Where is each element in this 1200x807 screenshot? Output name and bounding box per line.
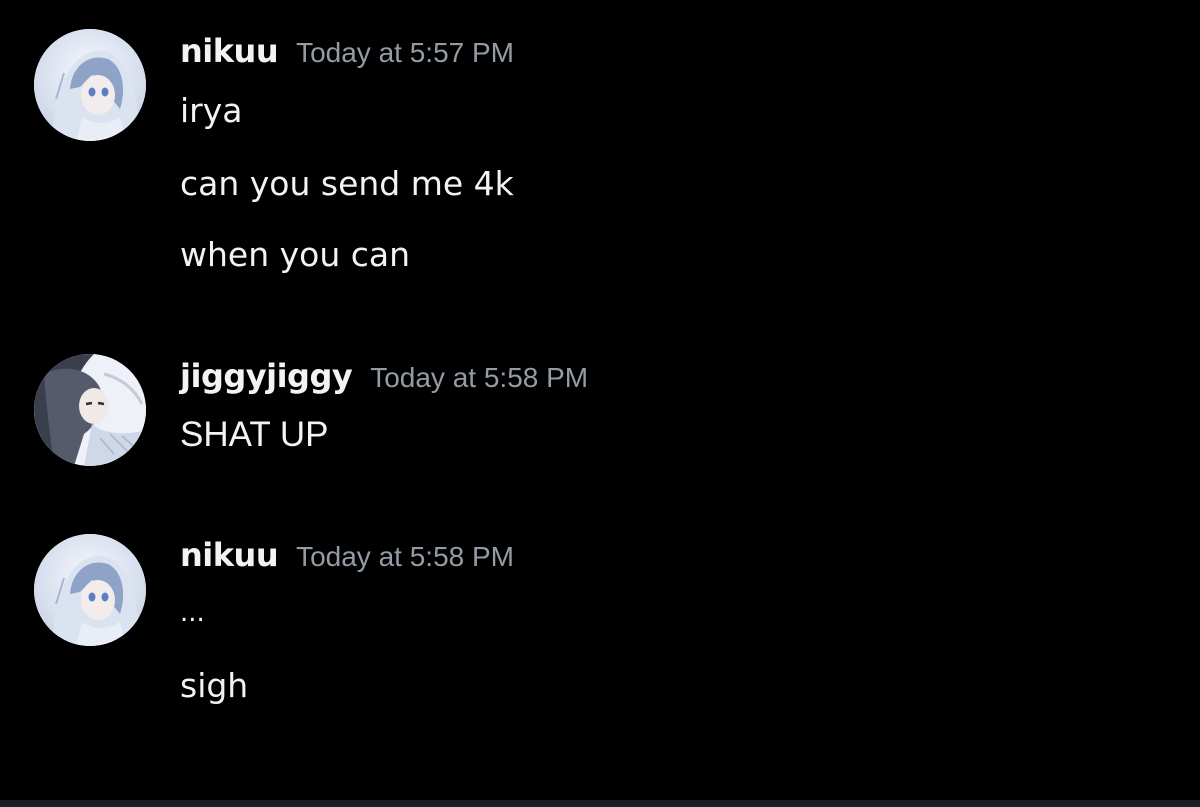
- anime-girl-avatar-icon: [34, 534, 146, 646]
- message-text: irya: [180, 91, 243, 130]
- user-avatar[interactable]: [34, 534, 146, 646]
- message-timestamp[interactable]: Today at 5:58 PM: [370, 362, 588, 393]
- anime-girl-dark-hair-avatar-icon: [34, 354, 146, 466]
- message-text: can you send me 4k: [180, 164, 514, 203]
- message-header: nikuu Today at 5:58 PM: [180, 536, 514, 576]
- message-text: when you can: [180, 235, 411, 274]
- message-text: SHAT UP: [180, 415, 329, 454]
- message-text: sigh: [180, 666, 249, 705]
- chat-message-list: nikuu Today at 5:57 PM irya can you send …: [0, 0, 1200, 800]
- user-avatar[interactable]: [34, 29, 146, 141]
- message-timestamp[interactable]: Today at 5:57 PM: [296, 37, 514, 68]
- user-avatar[interactable]: [34, 354, 146, 466]
- username[interactable]: nikuu: [180, 32, 279, 70]
- bottom-divider: [0, 800, 1200, 807]
- anime-girl-avatar-icon: [34, 29, 146, 141]
- username[interactable]: jiggyjiggy: [180, 357, 353, 395]
- message-header: jiggyjiggy Today at 5:58 PM: [180, 357, 588, 397]
- username[interactable]: nikuu: [180, 536, 279, 574]
- message-timestamp[interactable]: Today at 5:58 PM: [296, 541, 514, 572]
- message-header: nikuu Today at 5:57 PM: [180, 32, 514, 72]
- message-text: ...: [180, 598, 205, 628]
